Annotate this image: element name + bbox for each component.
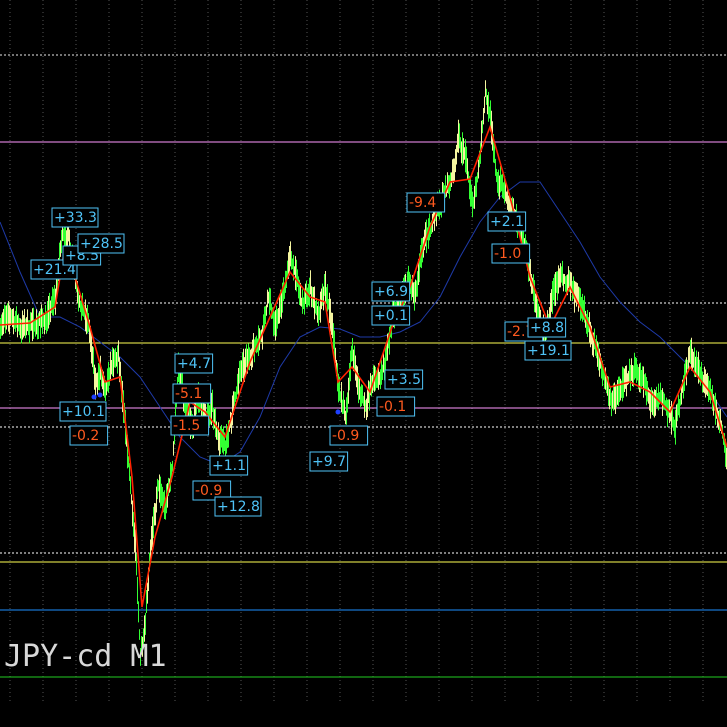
chart-window[interactable]: +33.3 +21.4 +8.5 +28.5 +10.1 -0.2 +4.7 -5.1 -1.5… (0, 0, 727, 727)
trade-tag[interactable]: +10.1 (59, 401, 107, 422)
trade-tag-text: +28.5 (80, 236, 123, 252)
trade-tag-text: +12.8 (217, 499, 260, 515)
trade-marker (97, 392, 103, 398)
trade-tag-text: +8.8 (530, 320, 564, 336)
trade-tag[interactable]: -9.4 (406, 192, 446, 213)
trade-tag[interactable]: +2.1 (487, 211, 527, 232)
trade-tag-text: -0.9 (332, 428, 359, 444)
trade-tag-text: -5.1 (175, 386, 202, 402)
trade-tag-text: +33.3 (54, 210, 97, 226)
trade-tag-text: +6.9 (374, 284, 408, 300)
trade-tag-text: -0.1 (379, 399, 406, 415)
trade-tag[interactable]: +19.1 (524, 340, 572, 361)
trade-tag[interactable]: +0.1 (371, 305, 411, 326)
price-chart[interactable]: +33.3+21.4+8.5+28.5+10.1-0.2+4.7-5.1-1.5… (0, 0, 727, 727)
symbol-label: JPY-cd M1 (4, 639, 167, 674)
trade-tag[interactable]: -0.2 (69, 425, 109, 446)
trade-tag-text: -9.4 (409, 195, 436, 211)
trade-tag-text: +3.5 (387, 372, 421, 388)
trade-tag-text: +1.1 (212, 458, 246, 474)
trade-tag[interactable]: +1.1 (209, 455, 249, 476)
trade-tag-text: +2.1 (490, 214, 524, 230)
trade-tag[interactable]: +3.5 (384, 369, 424, 390)
trade-tag-text: +10.1 (62, 404, 105, 420)
fast-moving-average (0, 124, 727, 608)
trade-markers (91, 226, 551, 468)
trade-tag[interactable]: -1.5 (170, 415, 210, 436)
trade-tag[interactable]: -0.9 (329, 425, 369, 446)
fast-ma-line (0, 124, 727, 608)
trade-tag-text: +0.1 (374, 308, 408, 324)
trade-tag[interactable]: +33.3 (51, 207, 99, 228)
trade-tag[interactable]: +4.7 (174, 353, 214, 374)
trade-tag-text: -0.2 (72, 428, 99, 444)
trade-tag[interactable]: +9.7 (309, 451, 349, 472)
trade-marker (335, 409, 341, 415)
trade-tag[interactable]: -0.1 (376, 396, 416, 417)
trade-tag-text: +4.7 (177, 356, 211, 372)
trade-tag-text: +9.7 (312, 454, 346, 470)
trade-tag[interactable]: +28.5 (77, 233, 125, 254)
trade-tag-text: -1.0 (494, 246, 521, 262)
trade-marker (91, 394, 97, 400)
trade-tag[interactable]: +12.8 (214, 496, 262, 517)
trade-tag[interactable]: -5.1 (172, 383, 212, 404)
trade-tag-text: +19.1 (527, 343, 570, 359)
trade-tag[interactable]: +8.8 (527, 317, 567, 338)
trade-tag[interactable]: -1.0 (491, 243, 531, 264)
trade-tag-text: -1.5 (173, 418, 200, 434)
trade-tag[interactable]: +6.9 (371, 281, 411, 302)
